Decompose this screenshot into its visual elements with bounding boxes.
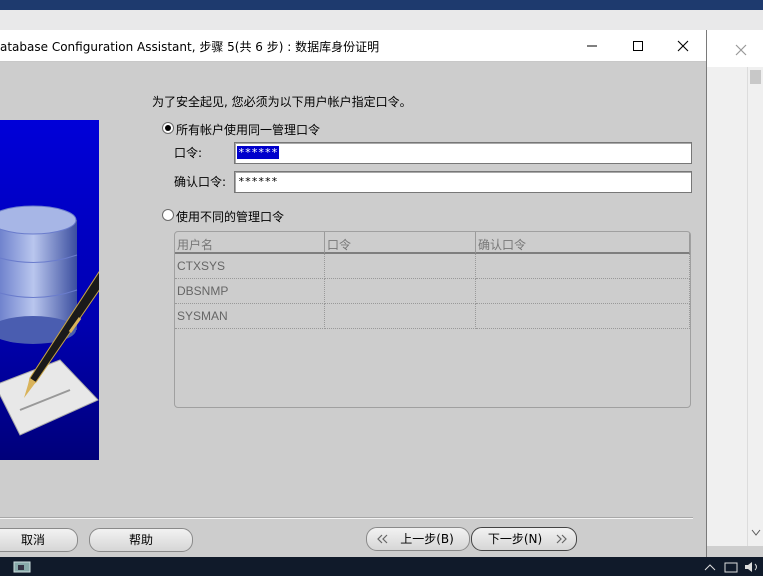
taskbar (0, 557, 763, 576)
maximize-icon (633, 40, 643, 51)
different-password-label: 使用不同的管理口令 (176, 210, 285, 224)
volume-icon[interactable] (744, 561, 760, 573)
help-button[interactable]: 帮助 (89, 528, 193, 552)
dbca-dialog: atabase Configuration Assistant, 步骤 5(共 … (0, 30, 707, 557)
same-password-radio[interactable] (162, 122, 174, 134)
password-label: 口令: (174, 146, 203, 160)
scroll-down-icon[interactable] (751, 529, 761, 537)
different-password-radio[interactable] (162, 209, 174, 221)
column-header-confirm-password[interactable]: 确认口令 (476, 232, 690, 254)
maximize-button[interactable] (615, 30, 661, 61)
confirm-password-label: 确认口令: (174, 175, 227, 189)
same-password-label: 所有帐户使用同一管理口令 (176, 123, 321, 137)
minimize-button[interactable] (569, 30, 615, 61)
table-cell-password[interactable] (325, 254, 476, 279)
desktop-window-behind (0, 10, 763, 31)
close-button[interactable] (660, 30, 706, 61)
next-button[interactable]: 下一步(N) (471, 527, 577, 551)
confirm-password-value: ****** (238, 175, 278, 188)
table-cell-confirm-password[interactable] (476, 254, 690, 279)
back-button-label: 上一步(B) (400, 532, 454, 546)
cancel-button[interactable]: 取消 (0, 528, 78, 552)
column-header-username[interactable]: 用户名 (175, 232, 325, 254)
password-value: ****** (237, 146, 279, 159)
back-button[interactable]: 上一步(B) (366, 527, 470, 551)
network-icon[interactable] (724, 561, 740, 573)
accounts-table[interactable]: 用户名 口令 确认口令 CTXSYS DBSNMP SYSMAN (174, 231, 691, 408)
confirm-password-field[interactable]: ****** (234, 171, 692, 193)
table-cell-password[interactable] (325, 304, 476, 329)
double-chevron-left-icon (377, 534, 388, 544)
scrollbar-thumb[interactable] (750, 70, 761, 84)
minimize-icon (587, 45, 597, 46)
background-scrollbar[interactable] (747, 67, 763, 546)
database-pen-icon (0, 205, 99, 436)
table-cell-password[interactable] (325, 279, 476, 304)
table-cell-username[interactable]: SYSMAN (175, 304, 325, 329)
instruction-text: 为了安全起见, 您必须为以下用户帐户指定口令。 (152, 95, 412, 109)
table-cell-username[interactable]: DBSNMP (175, 279, 325, 304)
table-cell-confirm-password[interactable] (476, 279, 690, 304)
app-icon[interactable] (12, 560, 34, 574)
password-field[interactable]: ****** (234, 142, 692, 164)
column-header-password[interactable]: 口令 (325, 232, 476, 254)
close-icon[interactable] (735, 44, 747, 56)
window-title: atabase Configuration Assistant, 步骤 5(共 … (0, 40, 380, 54)
footer-separator (0, 517, 693, 519)
close-icon (677, 40, 689, 51)
desktop-top-strip (0, 0, 763, 10)
chevron-up-icon[interactable] (704, 563, 716, 571)
background-window-titlebar (707, 30, 763, 67)
wizard-illustration (0, 120, 99, 460)
table-cell-username[interactable]: CTXSYS (175, 254, 325, 279)
table-cell-confirm-password[interactable] (476, 304, 690, 329)
double-chevron-right-icon (556, 534, 567, 544)
next-button-label: 下一步(N) (487, 532, 543, 546)
title-bar: atabase Configuration Assistant, 步骤 5(共 … (0, 30, 706, 62)
